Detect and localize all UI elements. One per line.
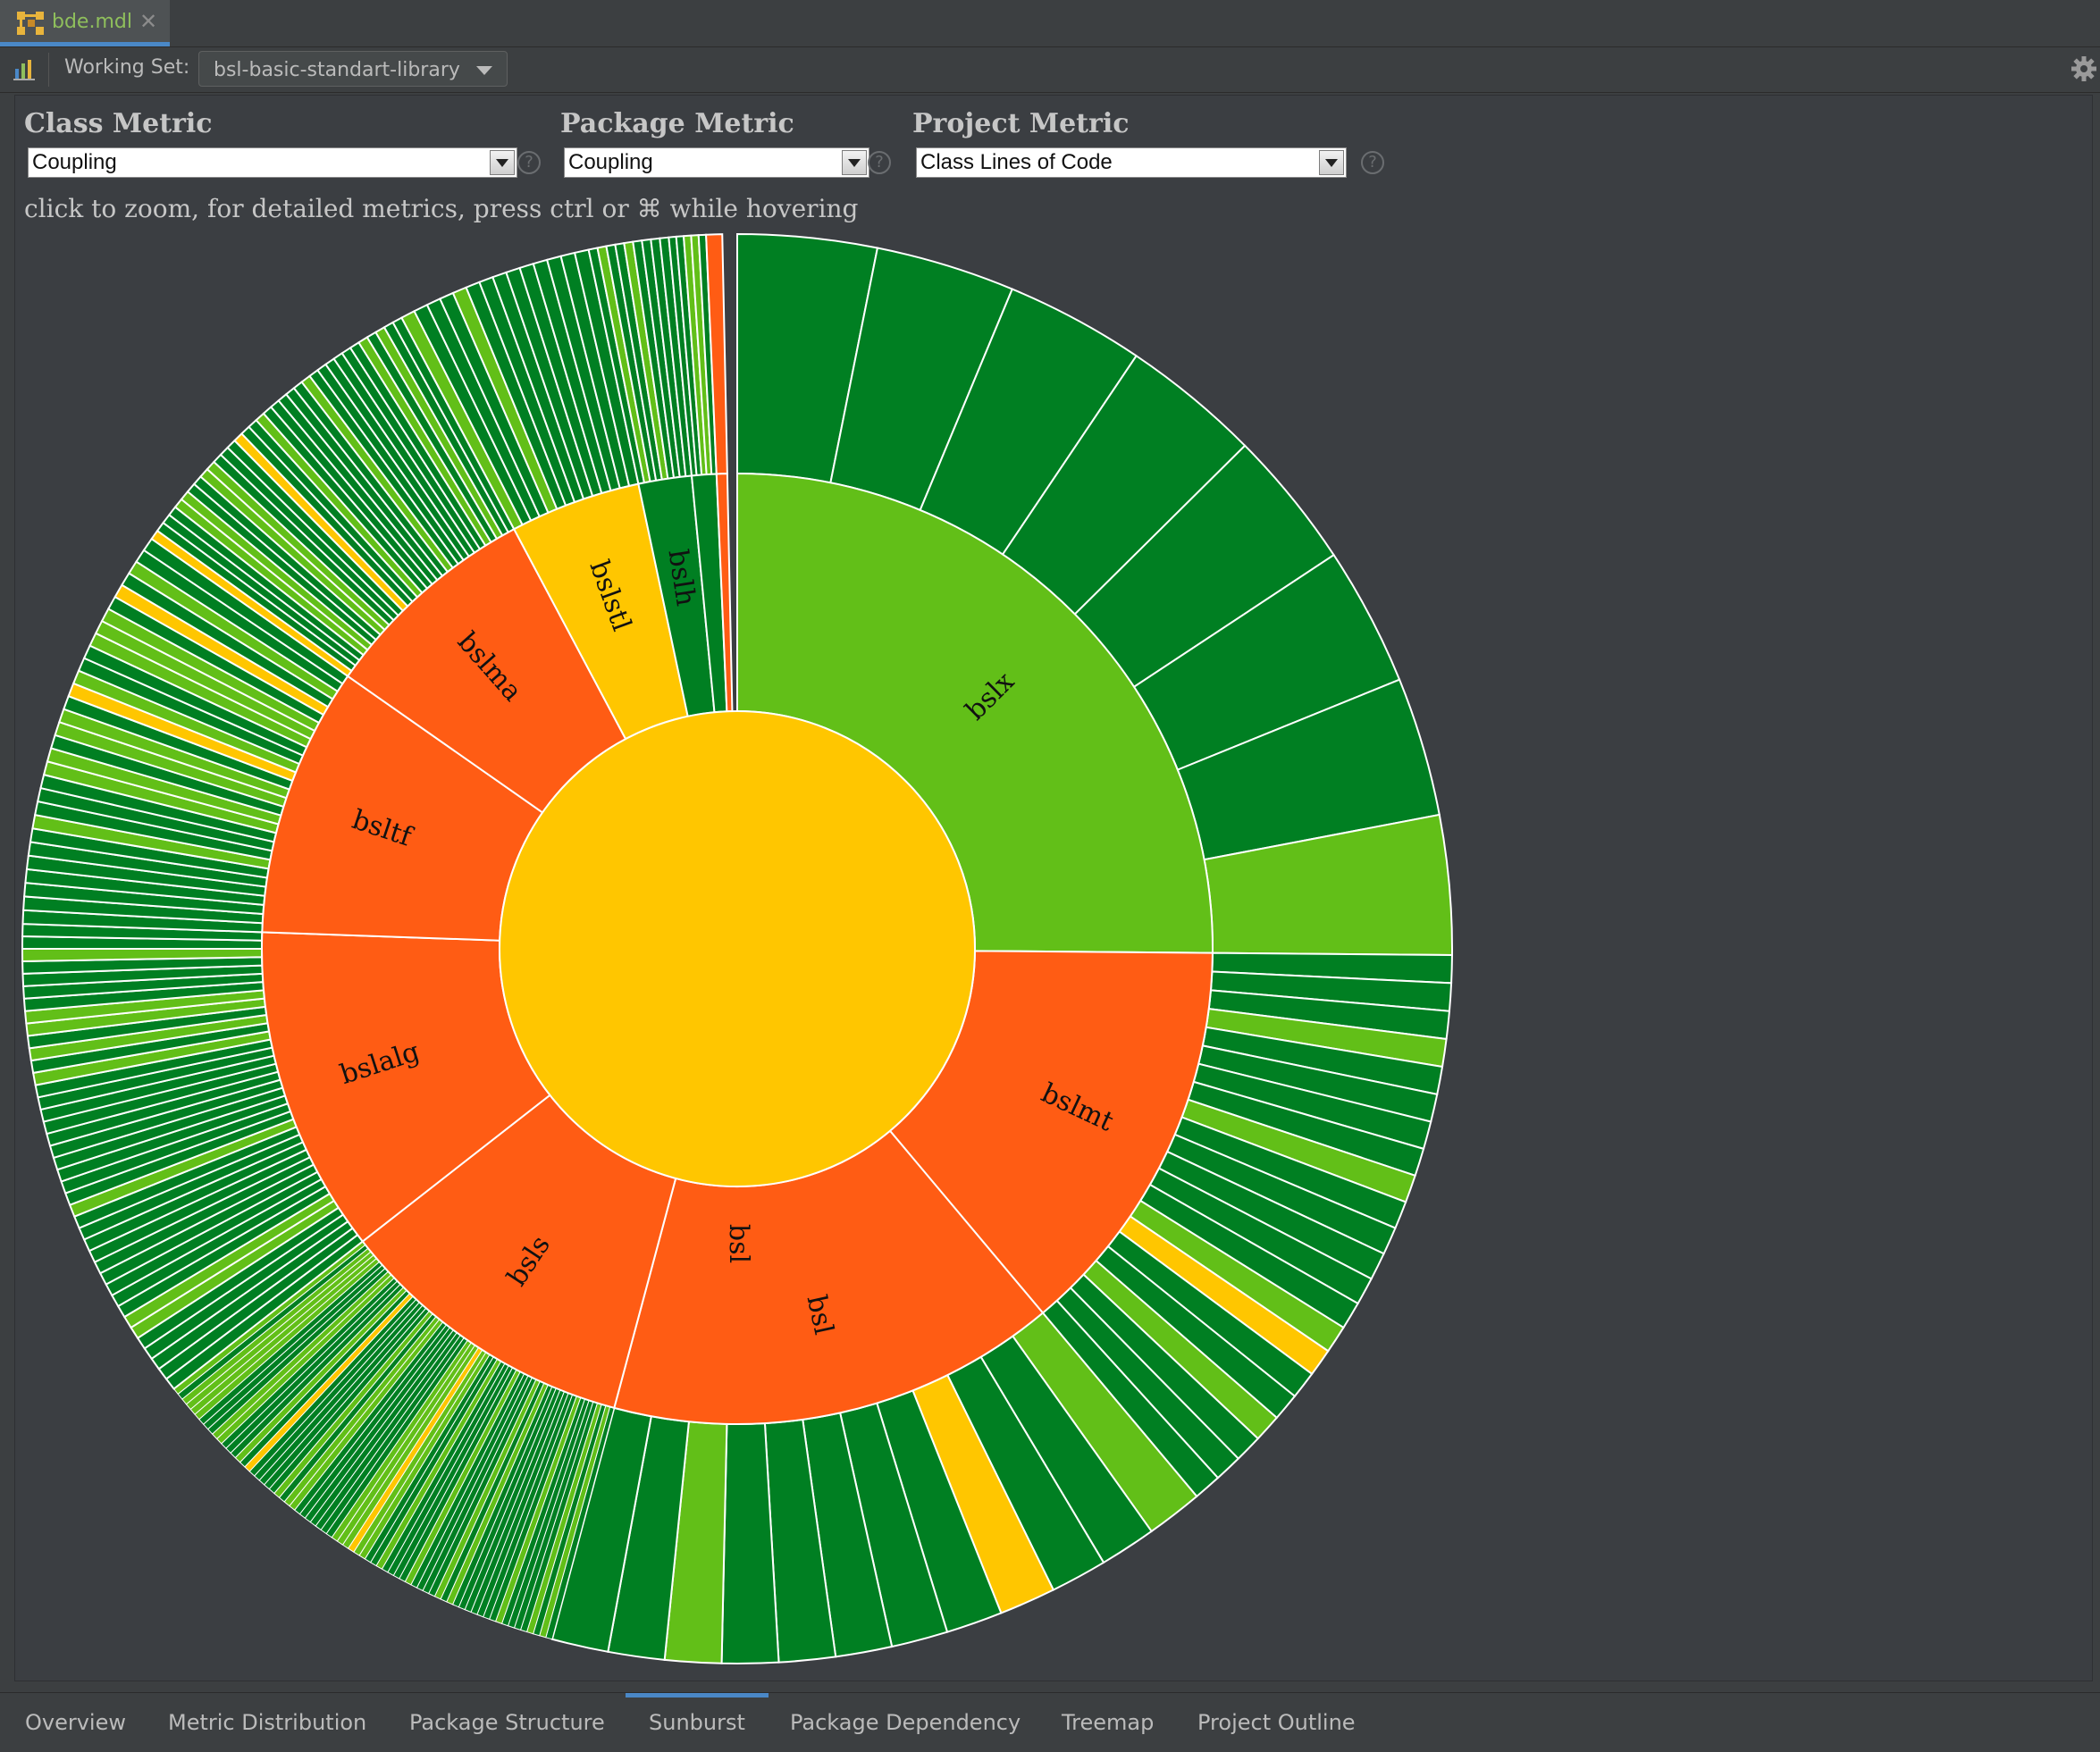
metrics-chart-icon[interactable] bbox=[13, 56, 38, 81]
working-set-dropdown[interactable]: bsl-basic-standart-library bbox=[198, 51, 508, 87]
tab-overview[interactable]: Overview bbox=[2, 1693, 149, 1747]
tab-package-dependency[interactable]: Package Dependency bbox=[767, 1693, 1044, 1747]
tab-project-outline[interactable]: Project Outline bbox=[1174, 1693, 1379, 1747]
toolbar-separator bbox=[48, 53, 49, 87]
package-metric-title: Package Metric bbox=[560, 108, 794, 139]
class-metric-title: Class Metric bbox=[24, 108, 213, 139]
module-file-icon bbox=[17, 12, 44, 35]
working-set-value: bsl-basic-standart-library bbox=[214, 59, 460, 81]
class-metric-value: Coupling bbox=[32, 150, 117, 174]
root-segment-bsl[interactable] bbox=[499, 710, 976, 1187]
tab-metric-distribution[interactable]: Metric Distribution bbox=[145, 1693, 390, 1747]
package-metric-value: Coupling bbox=[568, 150, 653, 174]
project-metric-select[interactable]: Class Lines of Code bbox=[916, 147, 1347, 178]
chevron-down-icon bbox=[1319, 150, 1344, 175]
tab-treemap[interactable]: Treemap bbox=[1038, 1693, 1177, 1747]
chevron-down-icon bbox=[476, 66, 492, 75]
zoom-hint-text: click to zoom, for detailed metrics, pre… bbox=[24, 194, 859, 223]
editor-tab-strip: bde.mdl ✕ bbox=[0, 0, 2100, 47]
project-metric-help-icon[interactable]: ? bbox=[1361, 151, 1384, 174]
package-metric-select[interactable]: Coupling bbox=[564, 147, 869, 178]
file-tab-bde-mdl[interactable]: bde.mdl ✕ bbox=[0, 0, 170, 46]
sunburst-panel: bslx bslmt bsl bsls bslalg bsltf bslma bslstl bs… bbox=[14, 95, 2093, 1681]
file-tab-label: bde.mdl bbox=[52, 11, 132, 33]
tab-sunburst[interactable]: Sunburst bbox=[626, 1693, 769, 1747]
chevron-down-icon bbox=[490, 150, 515, 175]
bottom-view-tabs: Overview Metric Distribution Package Str… bbox=[0, 1692, 2100, 1747]
sunburst-chart[interactable]: bslxbslmtbslbslsbslalgbsltfbslmabslstl bs… bbox=[15, 96, 2092, 1681]
chevron-down-icon bbox=[842, 150, 867, 175]
root-label-bsl: bsl bbox=[723, 1224, 754, 1263]
package-metric-help-icon[interactable]: ? bbox=[868, 151, 891, 174]
project-metric-value: Class Lines of Code bbox=[920, 150, 1113, 174]
class-metric-help-icon[interactable]: ? bbox=[517, 151, 541, 174]
sunburst-toolbar: Working Set: bsl-basic-standart-library bbox=[0, 47, 2100, 93]
project-metric-title: Project Metric bbox=[912, 108, 1130, 139]
working-set-label: Working Set: bbox=[64, 56, 190, 79]
class-metric-select[interactable]: Coupling bbox=[28, 147, 517, 178]
gear-icon[interactable] bbox=[2070, 54, 2098, 83]
tab-package-structure[interactable]: Package Structure bbox=[386, 1693, 628, 1747]
close-tab-icon[interactable]: ✕ bbox=[139, 9, 157, 34]
